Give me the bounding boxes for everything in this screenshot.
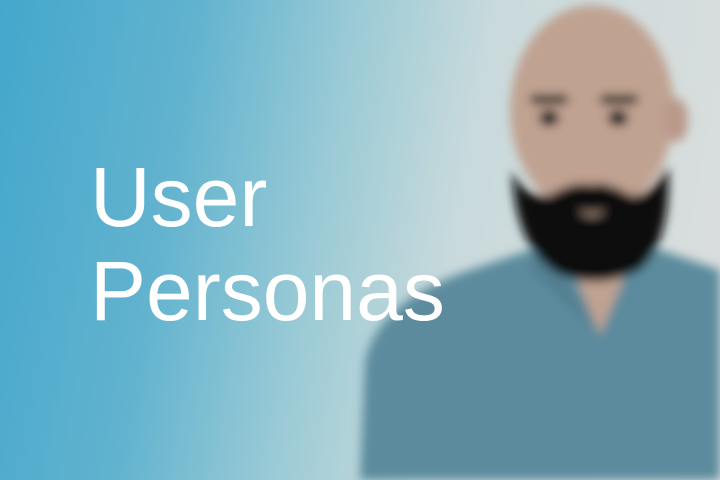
title-line-2: Personas (90, 244, 445, 338)
eye-right (608, 110, 628, 126)
eye-left (539, 110, 559, 126)
eyebrow-right (600, 95, 638, 104)
eyebrow-left (530, 95, 568, 104)
ear (664, 98, 688, 142)
title-line-1: User (90, 150, 268, 244)
head (510, 5, 674, 215)
page-title: User Personas (90, 150, 445, 338)
